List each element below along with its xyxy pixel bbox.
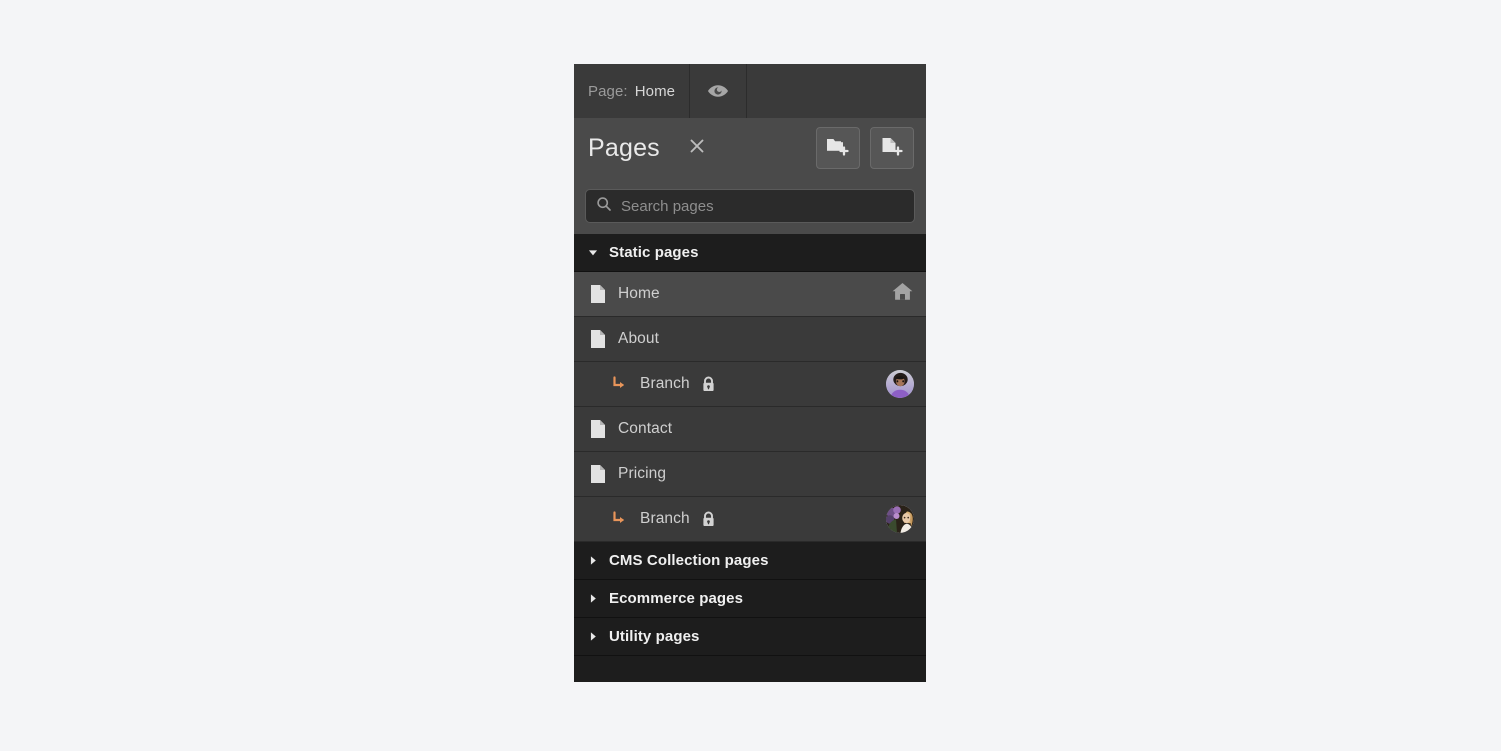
page-icon xyxy=(588,284,608,304)
list-item-label: Contact xyxy=(618,420,673,437)
list-item-label: Branch xyxy=(640,375,690,392)
group-header-utility-pages[interactable]: Utility pages xyxy=(574,618,926,656)
list-item-page-contact[interactable]: Contact xyxy=(574,407,926,452)
list-item-page-about[interactable]: About xyxy=(574,317,926,362)
list-item-page-pricing[interactable]: Pricing xyxy=(574,452,926,497)
page-icon xyxy=(588,419,608,439)
branch-arrow-icon xyxy=(610,375,630,393)
list-item-label: Home xyxy=(618,285,660,302)
list-item-branch[interactable]: Branch xyxy=(574,362,926,407)
search-input[interactable] xyxy=(621,197,904,215)
pages-panel: Page: Home Pages Search pages Static pag… xyxy=(574,64,926,682)
caret-right-icon xyxy=(588,593,598,604)
lock-icon xyxy=(701,376,716,393)
close-icon xyxy=(687,136,707,161)
list-item-branch[interactable]: Branch xyxy=(574,497,926,542)
caret-right-icon xyxy=(588,555,598,566)
close-panel-button[interactable] xyxy=(682,133,712,163)
list-item-label: Pricing xyxy=(618,465,667,482)
preview-toggle-button[interactable] xyxy=(690,64,748,118)
page-label: Page: xyxy=(588,82,628,100)
panel-header-actions xyxy=(816,127,914,169)
list-item-right xyxy=(886,370,914,398)
panel-header: Pages xyxy=(574,118,926,178)
screen: Page: Home Pages Search pages Static pag… xyxy=(0,0,1501,751)
new-page-button[interactable] xyxy=(870,127,914,169)
eye-icon xyxy=(706,79,730,103)
page-value: Home xyxy=(634,82,676,100)
avatar[interactable] xyxy=(886,505,914,533)
top-status-bar: Page: Home xyxy=(574,64,926,118)
folder-plus-icon xyxy=(825,134,851,163)
branch-arrow-icon xyxy=(610,510,630,528)
caret-right-icon xyxy=(588,631,598,642)
caret-down-icon xyxy=(588,247,598,258)
group-label: Utility pages xyxy=(609,628,700,645)
current-page-indicator[interactable]: Page: Home xyxy=(574,64,691,118)
list-item-right xyxy=(891,281,914,307)
group-label: Ecommerce pages xyxy=(609,590,744,607)
home-icon xyxy=(891,281,914,307)
group-header-static-pages[interactable]: Static pages xyxy=(574,234,926,272)
page-icon xyxy=(588,464,608,484)
page-plus-icon xyxy=(879,134,905,163)
group-header-ecommerce-pages[interactable]: Ecommerce pages xyxy=(574,580,926,618)
search-box[interactable] xyxy=(585,189,915,223)
list-item-right xyxy=(886,505,914,533)
page-title: Pages xyxy=(588,133,660,162)
page-icon xyxy=(588,329,608,349)
search-icon xyxy=(596,196,612,217)
list-item-page-home[interactable]: Home xyxy=(574,272,926,317)
group-label: Static pages xyxy=(609,244,699,261)
lock-icon xyxy=(701,511,716,528)
search-bar xyxy=(574,178,926,234)
list-item-label: About xyxy=(618,330,660,347)
list-item-label: Branch xyxy=(640,510,690,527)
pages-list[interactable]: Static pages Home About Branch Contact P… xyxy=(574,234,926,682)
avatar[interactable] xyxy=(886,370,914,398)
group-header-cms-collection-pages[interactable]: CMS Collection pages xyxy=(574,542,926,580)
new-folder-button[interactable] xyxy=(816,127,860,169)
group-label: CMS Collection pages xyxy=(609,552,769,569)
